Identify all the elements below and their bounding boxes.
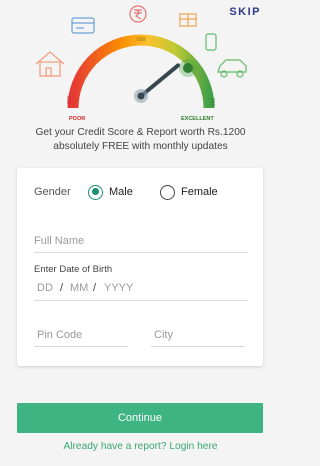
gauge-label-excellent: EXCELLENT — [181, 116, 214, 122]
full-name-field[interactable]: Full Name — [34, 235, 248, 253]
gauge-indicator — [183, 63, 193, 73]
gauge-tick-300: 300 — [67, 95, 73, 104]
dob-separator-2: / — [93, 282, 97, 294]
gauge-tick-600: 600 — [137, 37, 146, 43]
dob-year-input[interactable]: YYYY — [104, 282, 133, 294]
city-field[interactable]: City — [151, 329, 245, 347]
gender-option-male[interactable]: Male — [88, 184, 133, 200]
tagline-line-1: Get your Credit Score & Report worth Rs.… — [35, 127, 246, 138]
registration-form-card: Gender Male Female Full Name Enter Date … — [17, 168, 263, 366]
skip-button[interactable]: SKIP — [229, 6, 261, 18]
radio-female-icon[interactable] — [160, 184, 175, 200]
gender-label: Gender — [34, 186, 71, 198]
dob-month-input[interactable]: MM — [70, 282, 88, 294]
dob-label: Enter Date of Birth — [34, 264, 113, 275]
dob-separator-1: / — [60, 282, 64, 294]
rupee-icon — [129, 5, 147, 23]
gauge-label-poor: POOR — [69, 116, 85, 122]
login-link[interactable]: Already have a report? Login here — [0, 441, 281, 452]
car-icon — [217, 59, 247, 78]
tagline-line-2: absolutely FREE with monthly updates — [53, 141, 228, 152]
gender-row: Gender Male Female — [34, 184, 248, 200]
pin-code-field[interactable]: Pin Code — [34, 329, 128, 347]
gift-icon — [179, 13, 197, 27]
gender-option-female[interactable]: Female — [160, 184, 218, 200]
continue-button[interactable]: Continue — [17, 403, 263, 433]
gauge-hub-center — [137, 92, 145, 100]
credit-gauge-illustration: 300 600 900 POOR EXCELLENT — [35, 5, 247, 122]
gender-option-female-label: Female — [181, 186, 218, 198]
tagline: Get your Credit Score & Report worth Rs.… — [0, 126, 281, 154]
gauge-tick-900: 900 — [209, 98, 215, 107]
card-icon — [71, 17, 95, 34]
dob-field: DD / MM / YYYY — [34, 282, 248, 301]
phone-icon — [205, 33, 217, 51]
house-icon — [35, 51, 65, 77]
gender-option-male-label: Male — [109, 186, 133, 198]
dob-day-input[interactable]: DD — [37, 282, 53, 294]
gauge-needle — [139, 63, 180, 98]
radio-male-icon[interactable] — [88, 184, 103, 200]
